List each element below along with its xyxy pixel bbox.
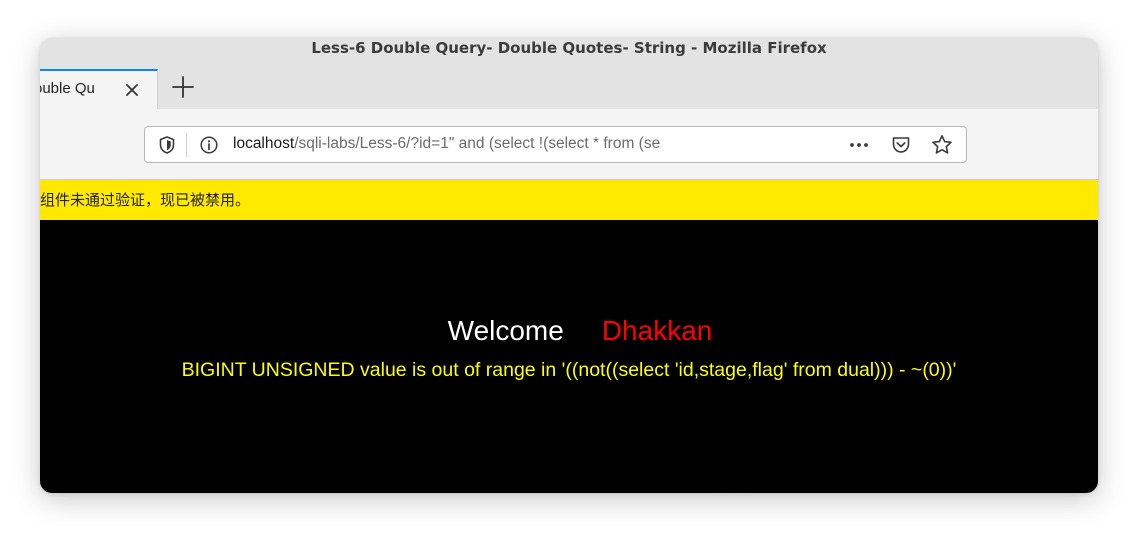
bottom-glow-decoration <box>46 485 1088 493</box>
sql-error-message: BIGINT UNSIGNED value is out of range in… <box>181 359 957 381</box>
tab-title: ouble Qu <box>40 80 95 97</box>
plus-icon[interactable] <box>170 74 196 100</box>
url-text[interactable]: localhost/sqli-labs/Less-6/?id=1" and (s… <box>233 134 823 154</box>
star-icon[interactable] <box>930 133 954 157</box>
page-content: Welcome Dhakkan BIGINT UNSIGNED value is … <box>40 220 1098 493</box>
window-title: Less-6 Double Query- Double Quotes- Stri… <box>40 38 1098 64</box>
url-host: localhost <box>233 135 295 152</box>
tab-bar: ouble Qu <box>40 64 1098 109</box>
more-icon[interactable] <box>845 135 873 155</box>
navigation-toolbar: localhost/sqli-labs/Less-6/?id=1" and (s… <box>40 109 1098 180</box>
username-text: Dhakkan <box>601 315 713 346</box>
pocket-icon[interactable] <box>890 134 912 156</box>
notification-text: 组件未通过验证，现已被禁用。 <box>40 191 251 209</box>
close-icon[interactable] <box>122 80 142 100</box>
url-path: /sqli-labs/Less-6/?id=1" and (select !(s… <box>294 135 661 152</box>
welcome-line: Welcome Dhakkan <box>40 314 1098 348</box>
info-icon[interactable] <box>199 135 219 155</box>
tab-active[interactable]: ouble Qu <box>40 69 158 109</box>
url-separator <box>186 133 187 157</box>
browser-window: Less-6 Double Query- Double Quotes- Stri… <box>40 38 1098 493</box>
welcome-text: Welcome <box>447 315 564 346</box>
url-bar[interactable]: localhost/sqli-labs/Less-6/?id=1" and (s… <box>144 126 967 163</box>
shield-icon[interactable] <box>157 135 177 155</box>
notification-bar: 组件未通过验证，现已被禁用。 <box>40 180 1098 220</box>
